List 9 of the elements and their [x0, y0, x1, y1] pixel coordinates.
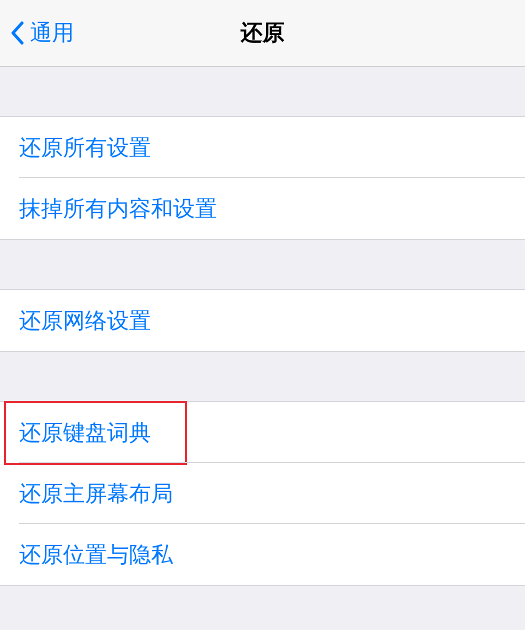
- page-title: 还原: [240, 20, 284, 48]
- back-button[interactable]: 通用: [10, 0, 74, 66]
- settings-item[interactable]: 还原网络设置: [0, 290, 525, 351]
- settings-item[interactable]: 还原所有设置: [0, 117, 525, 178]
- settings-item[interactable]: 还原键盘词典: [0, 402, 525, 463]
- settings-item[interactable]: 还原主屏幕布局: [0, 463, 525, 524]
- back-chevron-icon: [10, 21, 24, 45]
- settings-item[interactable]: 还原位置与隐私: [0, 524, 525, 585]
- settings-item[interactable]: 抹掉所有内容和设置: [0, 178, 525, 239]
